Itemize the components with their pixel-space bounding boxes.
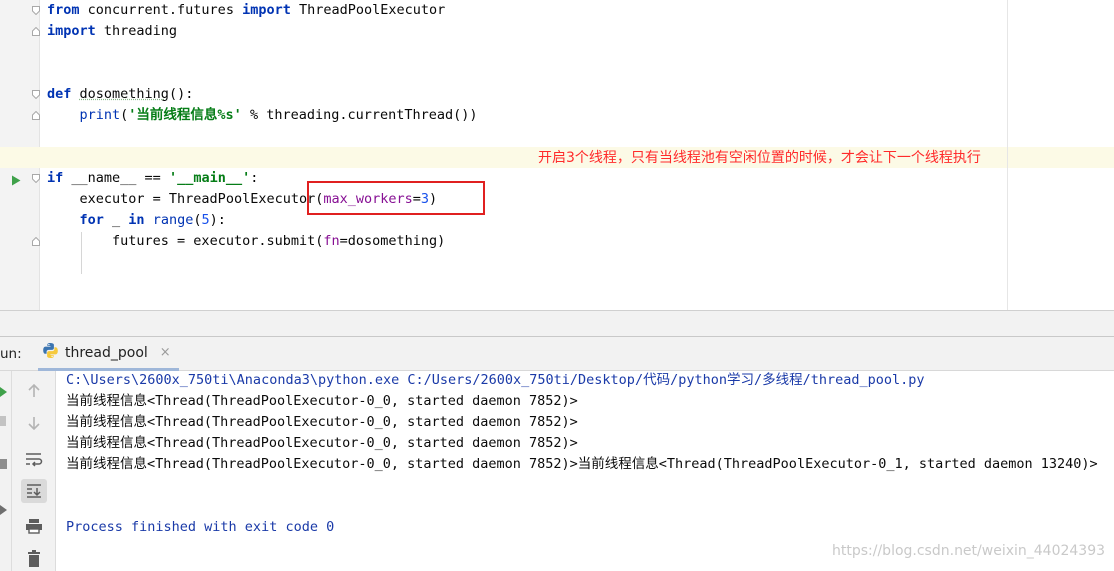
run-tool-header: un: thread_pool × — [0, 336, 1114, 371]
fold-marker-icon[interactable] — [32, 6, 40, 15]
print-icon[interactable] — [21, 514, 47, 538]
panel-splitter[interactable] — [0, 310, 1114, 336]
code-line-5: def dosomething(): — [47, 86, 194, 102]
fold-marker-icon[interactable] — [32, 90, 40, 99]
right-margin-guide — [1007, 0, 1008, 310]
console-line: 当前线程信息<Thread(ThreadPoolExecutor-0_0, st… — [66, 435, 578, 451]
pin-icon[interactable] — [0, 503, 8, 519]
left-tool-strip — [0, 371, 12, 571]
fold-marker-icon[interactable] — [32, 27, 40, 36]
code-line-1: from concurrent.futures import ThreadPoo… — [47, 2, 446, 18]
code-line-2: import threading — [47, 23, 178, 39]
soft-wrap-icon[interactable] — [21, 447, 47, 471]
layout-icon[interactable] — [0, 459, 7, 469]
console-line: 当前线程信息<Thread(ThreadPoolExecutor-0_0, st… — [66, 414, 578, 430]
console-line: 当前线程信息<Thread(ThreadPoolExecutor-0_0, st… — [66, 393, 578, 409]
indent-guide — [81, 232, 82, 274]
trash-icon[interactable] — [21, 547, 47, 571]
tab-label: thread_pool — [65, 344, 148, 361]
run-label: un: — [0, 346, 22, 362]
down-arrow-icon[interactable] — [21, 411, 47, 435]
console-line: 当前线程信息<Thread(ThreadPoolExecutor-0_0, st… — [66, 456, 1098, 472]
fold-marker-icon[interactable] — [32, 237, 40, 246]
scroll-to-end-icon[interactable] — [21, 479, 47, 503]
python-icon — [42, 342, 59, 363]
code-editor[interactable]: from concurrent.futures import ThreadPoo… — [0, 0, 1114, 310]
tab-thread-pool[interactable]: thread_pool × — [38, 337, 179, 371]
console-output[interactable]: C:\Users\2600x_750ti\Anaconda3\python.ex… — [57, 371, 1114, 571]
fold-marker-icon[interactable] — [32, 111, 40, 120]
console-line-exit: Process finished with exit code 0 — [66, 519, 335, 535]
annotation-text: 开启3个线程，只有当线程池有空闲位置的时候，才会让下一个线程执行 — [538, 150, 981, 166]
up-arrow-icon[interactable] — [21, 379, 47, 403]
watermark: https://blog.csdn.net/weixin_44024393 — [832, 543, 1106, 559]
console-toolbar — [12, 371, 56, 571]
code-line-12: futures = executor.submit(fn=dosomething… — [112, 233, 446, 249]
code-line-6: print('当前线程信息%s' % threading.currentThre… — [79, 107, 478, 123]
close-icon[interactable]: × — [160, 345, 171, 360]
stop-icon[interactable] — [0, 416, 6, 426]
code-line-9: if __name__ == '__main__': — [47, 170, 259, 186]
run-gutter-icon[interactable] — [11, 174, 21, 190]
code-line-11: for _ in range(5): — [79, 212, 226, 228]
console-line-command: C:\Users\2600x_750ti\Anaconda3\python.ex… — [66, 372, 925, 388]
highlight-box — [307, 181, 485, 215]
fold-marker-icon[interactable] — [32, 174, 40, 183]
rerun-icon[interactable] — [0, 385, 8, 401]
